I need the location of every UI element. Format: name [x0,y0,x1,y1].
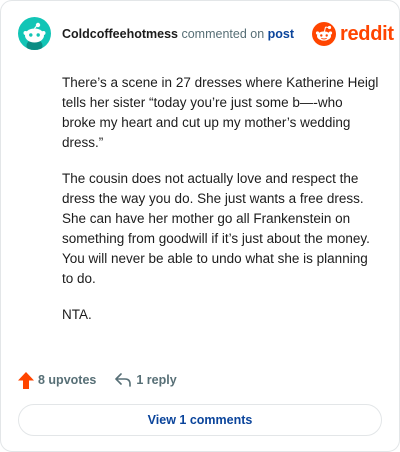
upvote-arrow-icon [18,371,34,389]
post-link[interactable]: post [268,27,294,41]
comment-paragraph: NTA. [62,307,92,322]
reply-button[interactable]: 1 reply [114,372,177,388]
comment-paragraph: The cousin does not actually love and re… [62,171,370,286]
reply-count: 1 reply [136,373,177,387]
user-avatar[interactable] [18,17,51,50]
view-comments-button[interactable]: View 1 comments [18,404,382,436]
reddit-wordmark: reddit [340,22,394,45]
comment-body: There’s a scene in 27 dresses where Kath… [62,73,380,341]
comment-card: Coldcoffeehotmess commented on post redd… [0,0,400,452]
comment-paragraph: There’s a scene in 27 dresses where Kath… [62,75,379,150]
snoo-avatar-icon [23,22,46,50]
upvote-count: 8 upvotes [38,373,97,387]
comment-header: Coldcoffeehotmess commented on post [62,26,294,42]
reply-arrow-icon [115,373,132,387]
reddit-logo-icon [312,22,336,46]
comment-footer: 8 upvotes 1 reply [18,370,177,390]
username[interactable]: Coldcoffeehotmess [62,27,178,41]
upvote-button[interactable]: 8 upvotes [18,371,97,389]
reddit-logo[interactable]: reddit [312,21,394,47]
action-text: commented on [181,27,265,41]
